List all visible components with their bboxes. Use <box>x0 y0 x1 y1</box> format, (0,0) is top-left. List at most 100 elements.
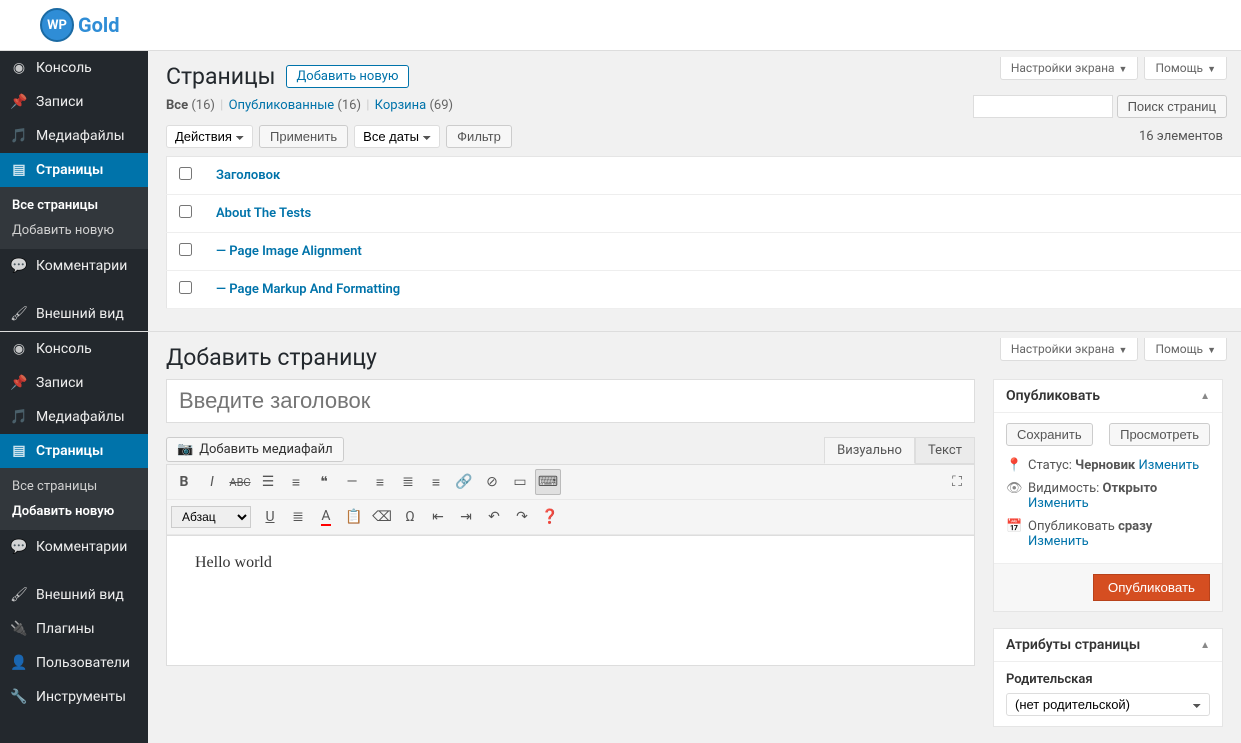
bold-icon[interactable]: B <box>171 469 197 495</box>
special-char-icon[interactable]: Ω <box>397 504 423 530</box>
subitem-add-new[interactable]: Добавить новую <box>0 218 148 243</box>
collapse-icon[interactable]: ▲ <box>1200 640 1210 651</box>
chevron-down-icon: ▼ <box>1119 346 1128 356</box>
toolbar-toggle-icon[interactable]: ⌨ <box>535 469 561 495</box>
text-color-icon[interactable]: A <box>313 504 339 530</box>
paste-text-icon[interactable]: 📋 <box>341 504 367 530</box>
apply-button[interactable]: Применить <box>259 125 348 148</box>
help-tab[interactable]: Помощь▼ <box>1144 338 1227 361</box>
publish-button[interactable]: Опубликовать <box>1093 574 1210 601</box>
sidebar-item-plugins[interactable]: 🔌Плагины <box>0 612 148 646</box>
subitem-all-pages[interactable]: Все страницы <box>0 474 148 499</box>
undo-icon[interactable]: ↶ <box>481 504 507 530</box>
sidebar-label: Пользователи <box>36 655 130 671</box>
align-left-icon[interactable]: ≡ <box>367 469 393 495</box>
underline-icon[interactable]: U <box>257 504 283 530</box>
edit-status-link[interactable]: Изменить <box>1138 458 1199 473</box>
value: сразу <box>1118 519 1152 534</box>
select-all-checkbox[interactable] <box>179 167 192 180</box>
hr-icon[interactable]: — <box>339 469 365 495</box>
save-draft-button[interactable]: Сохранить <box>1006 423 1093 446</box>
outdent-icon[interactable]: ⇤ <box>425 504 451 530</box>
sidebar-item-media[interactable]: 🎵Медиафайлы <box>0 400 148 434</box>
sidebar-label: Страницы <box>36 443 103 459</box>
filter-all[interactable]: Все <box>166 98 188 113</box>
sidebar-item-appearance[interactable]: 🖌Внешний вид <box>0 578 148 612</box>
collapse-icon[interactable]: ▲ <box>1200 391 1210 402</box>
publish-box-header: Опубликовать ▲ <box>994 380 1222 413</box>
screen-options-tab[interactable]: Настройки экрана▼ <box>1000 57 1139 80</box>
indent-icon[interactable]: ⇥ <box>453 504 479 530</box>
visibility-row: 👁 Видимость: Открыто Изменить <box>1006 477 1210 515</box>
sidebar-label: Консоль <box>36 60 92 76</box>
page-link[interactable]: — Page Image Alignment <box>216 244 362 259</box>
row-checkbox[interactable] <box>179 243 192 256</box>
tab-text[interactable]: Текст <box>915 437 975 464</box>
filter-trash[interactable]: Корзина <box>375 98 427 113</box>
redo-icon[interactable]: ↷ <box>509 504 535 530</box>
add-media-button[interactable]: 📷 Добавить медиафайл <box>166 437 344 462</box>
bullet-list-icon[interactable]: ☰ <box>255 469 281 495</box>
column-title[interactable]: Заголовок <box>216 168 280 183</box>
sidebar-item-tools[interactable]: 🔧Инструменты <box>0 680 148 714</box>
help-tab[interactable]: Помощь▼ <box>1144 57 1227 80</box>
fullscreen-icon[interactable]: ⛶ <box>944 469 970 495</box>
sidebar-item-posts[interactable]: 📌Записи <box>0 85 148 119</box>
attributes-box-header: Атрибуты страницы ▲ <box>994 629 1222 662</box>
sidebar-item-users[interactable]: 👤Пользователи <box>0 646 148 680</box>
publish-box-body: Сохранить Просмотреть 📍 Статус: Черновик… <box>994 413 1222 563</box>
page-link[interactable]: — Page Markup And Formatting <box>216 282 400 297</box>
title-input[interactable] <box>166 379 975 423</box>
sidebar-label: Комментарии <box>36 258 127 274</box>
editor-content-area[interactable]: Hello world <box>166 536 975 666</box>
sidebar-item-appearance[interactable]: 🖌Внешний вид <box>0 297 148 331</box>
more-icon[interactable]: ▭ <box>507 469 533 495</box>
help-icon[interactable]: ❓ <box>537 504 563 530</box>
sidebar-item-media[interactable]: 🎵Медиафайлы <box>0 119 148 153</box>
search-input[interactable] <box>973 95 1113 118</box>
paragraph-format-select[interactable]: Абзац <box>171 506 251 528</box>
parent-select[interactable]: (нет родительской) <box>1006 693 1210 716</box>
row-checkbox[interactable] <box>179 205 192 218</box>
edit-schedule-link[interactable]: Изменить <box>1028 534 1089 549</box>
sidebar-item-comments[interactable]: 💬Комментарии <box>0 249 148 283</box>
edit-visibility-link[interactable]: Изменить <box>1028 496 1089 511</box>
editor-layout: 📷 Добавить медиафайл ВизуальноТекст B I … <box>148 379 1241 743</box>
site-logo[interactable]: WP Gold <box>40 8 119 42</box>
row-checkbox[interactable] <box>179 281 192 294</box>
add-new-button[interactable]: Добавить новую <box>286 65 410 88</box>
bulk-action-select[interactable]: Действия <box>166 125 253 148</box>
strikethrough-icon[interactable]: ABC <box>227 469 253 495</box>
page-link[interactable]: About The Tests <box>216 206 311 221</box>
clear-format-icon[interactable]: ⌫ <box>369 504 395 530</box>
align-justify-icon[interactable]: ≣ <box>285 504 311 530</box>
screen-options-tab[interactable]: Настройки экрана▼ <box>1000 338 1139 361</box>
sidebar-item-pages[interactable]: ▤Страницы <box>0 153 148 187</box>
align-right-icon[interactable]: ≡ <box>423 469 449 495</box>
numbered-list-icon[interactable]: ≡ <box>283 469 309 495</box>
sidebar-item-pages[interactable]: ▤Страницы <box>0 434 148 468</box>
label: Опубликовать <box>1028 519 1115 534</box>
italic-icon[interactable]: I <box>199 469 225 495</box>
blockquote-icon[interactable]: ❝ <box>311 469 337 495</box>
brush-icon: 🖌 <box>10 587 28 603</box>
sidebar-item-dashboard[interactable]: ◉Консоль <box>0 51 148 85</box>
sidebar-item-posts[interactable]: 📌Записи <box>0 366 148 400</box>
tab-visual[interactable]: Визуально <box>824 437 915 464</box>
sidebar-item-comments[interactable]: 💬Комментарии <box>0 530 148 564</box>
subitem-add-new[interactable]: Добавить новую <box>0 499 148 524</box>
box-title: Атрибуты страницы <box>1006 637 1140 653</box>
preview-button[interactable]: Просмотреть <box>1109 423 1210 446</box>
unlink-icon[interactable]: ⊘ <box>479 469 505 495</box>
search-button[interactable]: Поиск страниц <box>1117 95 1227 118</box>
sidebar-submenu: Все страницы Добавить новую <box>0 468 148 530</box>
editor-main-column: 📷 Добавить медиафайл ВизуальноТекст B I … <box>166 379 975 743</box>
filter-button[interactable]: Фильтр <box>446 125 512 148</box>
subitem-all-pages[interactable]: Все страницы <box>0 193 148 218</box>
link-icon[interactable]: 🔗 <box>451 469 477 495</box>
filter-published[interactable]: Опубликованные <box>229 98 335 113</box>
date-filter-select[interactable]: Все даты <box>354 125 440 148</box>
sidebar-item-dashboard[interactable]: ◉Консоль <box>0 332 148 366</box>
align-center-icon[interactable]: ≣ <box>395 469 421 495</box>
count: (16) <box>191 98 215 113</box>
